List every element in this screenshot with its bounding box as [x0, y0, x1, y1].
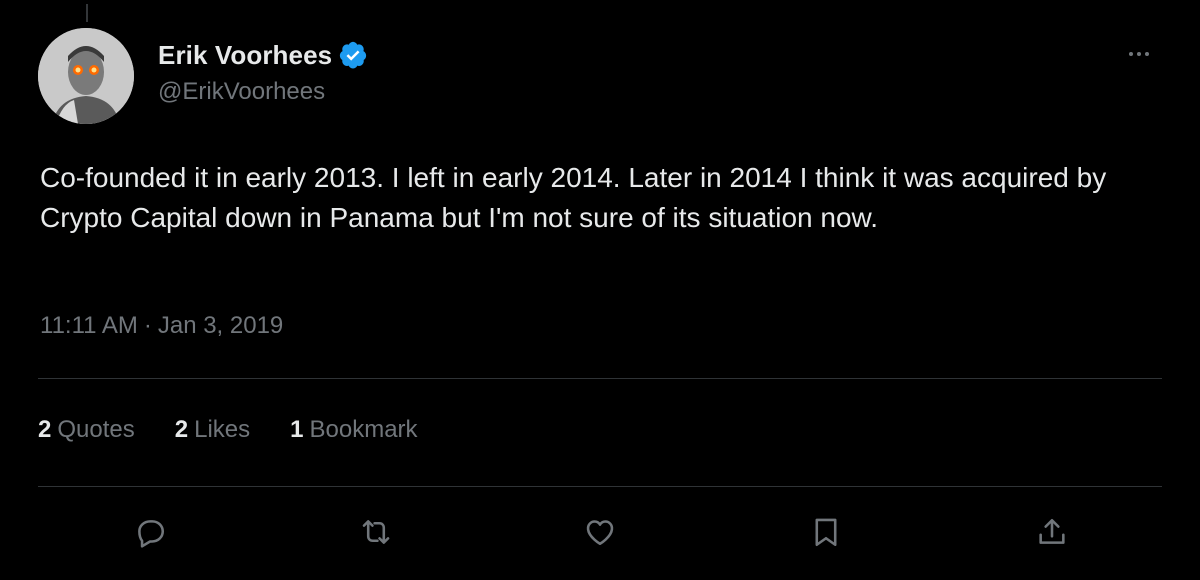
- retweet-icon: [362, 520, 390, 544]
- thread-connector-line: [86, 4, 88, 22]
- author-display-name[interactable]: Erik Voorhees: [158, 40, 332, 71]
- tweet-text: Co-founded it in early 2013. I left in e…: [40, 162, 1107, 233]
- bookmarks-stat[interactable]: 1 Bookmark: [290, 416, 417, 444]
- timestamp-separator: ·: [143, 312, 152, 339]
- bookmarks-count: 1: [290, 416, 304, 443]
- bookmarks-label: Bookmark: [309, 416, 418, 443]
- tweet-timestamp[interactable]: 11:11 AM · Jan 3, 2019: [40, 312, 283, 340]
- quotes-stat[interactable]: 2 Quotes: [38, 416, 135, 444]
- quotes-count: 2: [38, 416, 52, 443]
- retweet-button[interactable]: [354, 510, 398, 554]
- share-button[interactable]: [1030, 510, 1074, 554]
- likes-label: Likes: [194, 416, 251, 443]
- author-name-row[interactable]: Erik Voorhees: [158, 38, 368, 72]
- reply-icon: [138, 520, 165, 548]
- divider-top: [38, 378, 1162, 379]
- more-options-icon[interactable]: [1124, 44, 1154, 64]
- tweet-time[interactable]: 11:11 AM: [40, 312, 138, 340]
- divider-bottom: [38, 486, 1162, 487]
- author-handle[interactable]: @ErikVoorhees: [158, 78, 325, 106]
- bookmark-button[interactable]: [804, 510, 848, 554]
- like-icon: [586, 520, 614, 546]
- engagement-stats: 2 Quotes 2 Likes 1 Bookmark: [38, 416, 418, 444]
- verified-badge-icon[interactable]: [338, 40, 368, 70]
- share-icon: [1039, 518, 1065, 544]
- quotes-label: Quotes: [57, 416, 135, 443]
- likes-stat[interactable]: 2 Likes: [175, 416, 250, 444]
- likes-count: 2: [174, 416, 189, 443]
- like-button[interactable]: [578, 510, 622, 554]
- bookmark-icon: [815, 518, 837, 547]
- avatar[interactable]: [38, 28, 134, 124]
- reply-button[interactable]: [128, 510, 172, 554]
- tweet-date[interactable]: Jan 3, 2019: [158, 312, 283, 340]
- tweet-actions: [0, 510, 1200, 554]
